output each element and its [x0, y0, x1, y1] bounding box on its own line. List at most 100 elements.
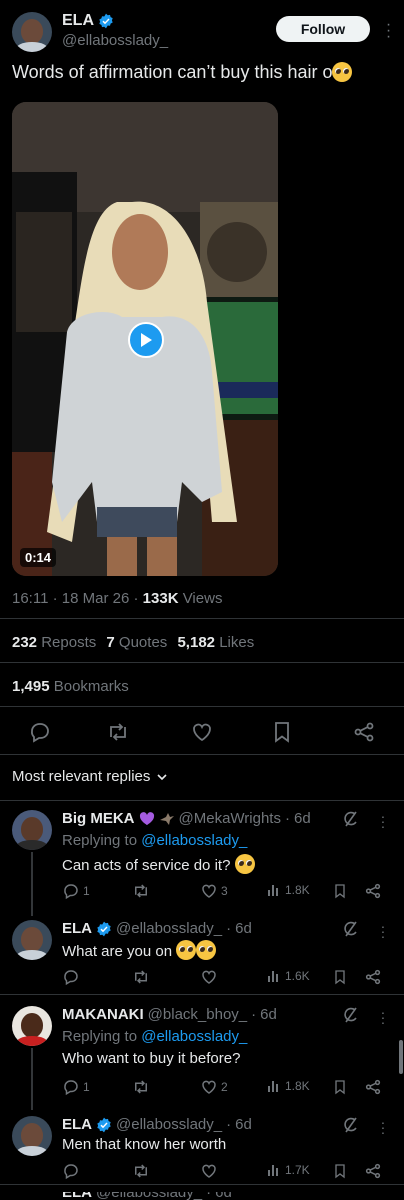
replying-to-handle[interactable]: @ellabosslady_ — [141, 832, 247, 849]
reply-age[interactable]: 6d — [215, 1192, 232, 1200]
reposts-count[interactable]: 232 — [12, 634, 37, 651]
reply-reply-button[interactable]: 1 — [62, 882, 90, 900]
share-icon[interactable] — [364, 968, 382, 986]
views-icon[interactable]: 1.8K — [266, 882, 310, 898]
like-icon[interactable] — [200, 968, 218, 986]
reply-author-name[interactable]: MAKANAKI — [62, 1006, 144, 1023]
grok-icon[interactable] — [342, 1116, 360, 1134]
repost-icon[interactable] — [132, 882, 150, 900]
bookmark-icon[interactable] — [332, 882, 348, 900]
reply-author-name[interactable]: Big MEKA — [62, 810, 135, 827]
more-icon[interactable]: · · · — [380, 919, 386, 943]
views-label: Views — [182, 590, 223, 607]
reply-author-name[interactable]: ELA — [62, 1116, 92, 1133]
bookmark-icon[interactable] — [332, 1078, 348, 1096]
likes-label[interactable]: Likes — [219, 634, 254, 651]
reply-reply-button[interactable] — [62, 1162, 80, 1180]
play-icon[interactable] — [128, 322, 164, 358]
reply-author-handle[interactable]: @ellabosslady_ — [116, 920, 222, 937]
likes-count[interactable]: 5,182 — [177, 634, 215, 651]
like-icon[interactable] — [200, 1162, 218, 1180]
share-icon[interactable] — [352, 720, 376, 744]
reply-text: Can acts of service do it? — [62, 854, 255, 874]
reply-author-handle[interactable]: @black_bhoy_ — [148, 1006, 247, 1023]
more-icon[interactable]: · · · — [380, 1005, 386, 1029]
divider — [0, 800, 404, 801]
views-count: 133K — [142, 590, 179, 607]
eagle-emoji — [159, 812, 175, 826]
quotes-label[interactable]: Quotes — [119, 634, 167, 651]
replies-sort-dropdown[interactable]: Most relevant replies — [12, 768, 168, 785]
post-timestamp: 16:11 · 18 Mar 26 · 133K Views — [12, 590, 223, 607]
repost-icon[interactable] — [106, 720, 130, 744]
replying-prefix: Replying to — [62, 1028, 138, 1045]
reply-reply-button[interactable]: 1 — [62, 1078, 90, 1096]
crying-face-emoji — [196, 940, 217, 960]
reply-author-handle[interactable]: @ellabosslady_ — [116, 1116, 222, 1133]
replying-to-handle[interactable]: @ellabosslady_ — [141, 1028, 247, 1045]
views-icon[interactable]: 1.7K — [266, 1162, 310, 1178]
thread-line — [31, 1048, 33, 1110]
author-name[interactable]: ELA — [62, 12, 94, 30]
grok-icon[interactable] — [342, 810, 360, 828]
follow-button[interactable]: Follow — [276, 16, 370, 42]
scrollbar[interactable] — [399, 1040, 403, 1074]
reply-actions: 1 3 1.8K — [62, 882, 392, 902]
share-icon[interactable] — [364, 1078, 382, 1096]
reply-avatar[interactable] — [12, 920, 52, 960]
more-icon[interactable]: · · · — [384, 17, 392, 45]
bookmark-icon[interactable] — [270, 720, 294, 744]
like-icon[interactable]: 2 — [200, 1078, 228, 1096]
repost-icon[interactable] — [132, 1078, 150, 1096]
pleading-face-emoji — [332, 62, 353, 82]
reposts-label[interactable]: Reposts — [41, 634, 96, 651]
bookmark-icon[interactable] — [332, 968, 348, 986]
repost-icon[interactable] — [132, 968, 150, 986]
bookmark-icon[interactable] — [332, 1162, 348, 1180]
like-icon[interactable] — [190, 720, 214, 744]
reply-text: Who want to buy it before? — [62, 1050, 241, 1067]
verified-badge-icon — [96, 921, 112, 937]
reply-author-handle[interactable]: @ellabosslady_ — [96, 1192, 202, 1200]
reply-item[interactable]: ELA @ellabosslady_ · 6d — [0, 1192, 404, 1200]
more-icon[interactable]: · · · — [380, 1115, 386, 1139]
views-count: 1.7K — [285, 1163, 310, 1177]
divider — [0, 706, 404, 707]
thread-line — [31, 852, 33, 916]
post-time: 16:11 — [12, 590, 49, 607]
reply-author-name[interactable]: ELA — [62, 1192, 92, 1200]
repost-icon[interactable] — [132, 1162, 150, 1180]
reply-avatar[interactable] — [12, 1006, 52, 1046]
purple-heart-emoji — [139, 811, 155, 826]
like-count: 2 — [221, 1080, 228, 1094]
reply-age[interactable]: 6d — [260, 1006, 277, 1023]
reply-author-handle[interactable]: @MekaWrights — [179, 810, 281, 827]
reply-age[interactable]: 6d — [235, 920, 252, 937]
grok-icon[interactable] — [342, 1006, 360, 1024]
quotes-count[interactable]: 7 — [106, 634, 114, 651]
divider — [0, 1184, 404, 1185]
author-handle[interactable]: @ellabosslady_ — [62, 32, 168, 49]
more-icon[interactable]: · · · — [380, 809, 386, 833]
share-icon[interactable] — [364, 882, 382, 900]
reply-age[interactable]: 6d — [235, 1116, 252, 1133]
reply-reply-button[interactable] — [62, 968, 80, 986]
divider — [0, 662, 404, 663]
chevron-down-icon — [156, 771, 168, 783]
bookmarks-count: 1,495 — [12, 678, 50, 695]
reply-age[interactable]: 6d — [294, 810, 311, 827]
reply-avatar[interactable] — [12, 1116, 52, 1156]
divider — [0, 618, 404, 619]
post-date[interactable]: 18 Mar 26 — [62, 590, 130, 607]
share-icon[interactable] — [364, 1162, 382, 1180]
like-icon[interactable]: 3 — [200, 882, 228, 900]
views-icon[interactable]: 1.6K — [266, 968, 310, 984]
reply-author-name[interactable]: ELA — [62, 920, 92, 937]
views-count: 1.8K — [285, 1079, 310, 1093]
reply-avatar[interactable] — [12, 810, 52, 850]
reply-icon[interactable] — [28, 720, 52, 744]
divider — [0, 754, 404, 755]
views-icon[interactable]: 1.8K — [266, 1078, 310, 1094]
author-avatar[interactable] — [12, 12, 52, 52]
grok-icon[interactable] — [342, 920, 360, 938]
